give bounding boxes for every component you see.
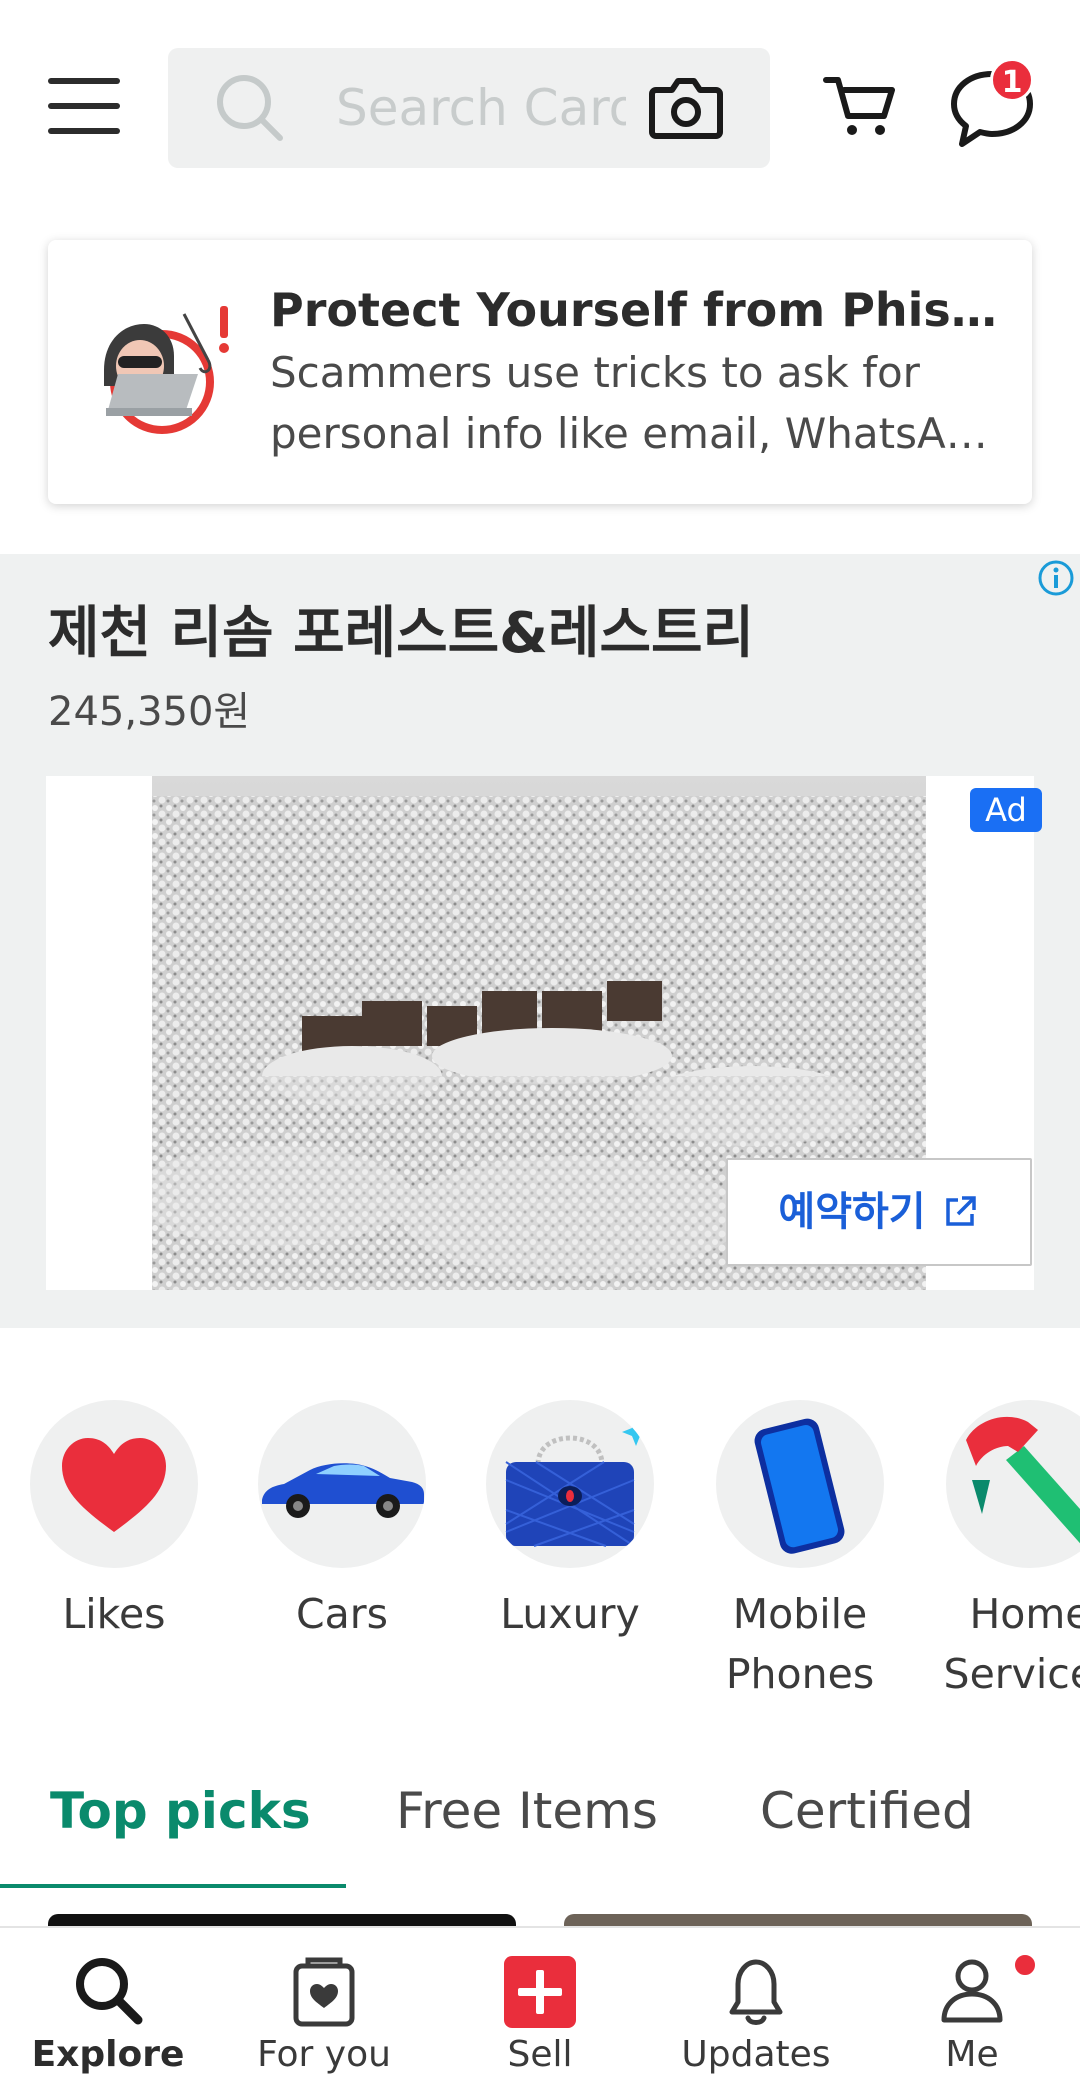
- category-home-services[interactable]: Home Services: [930, 1400, 1080, 1700]
- category-label: Mobile Phones ...: [725, 1590, 875, 1698]
- nav-label: Sell: [507, 2034, 573, 2075]
- category-circle: [486, 1400, 654, 1568]
- category-cars[interactable]: Cars: [242, 1400, 442, 1700]
- nav-label: Updates: [681, 2034, 831, 2075]
- nav-explore[interactable]: Explore: [0, 1928, 216, 2097]
- search-icon: [76, 1958, 143, 2025]
- profile-icon: [941, 1959, 1003, 2023]
- chat-button[interactable]: 1: [948, 58, 1038, 150]
- cart-icon[interactable]: [820, 66, 900, 146]
- nav-for-you[interactable]: For you: [216, 1928, 432, 2097]
- camera-icon[interactable]: [646, 68, 726, 148]
- category-circle: [716, 1400, 884, 1568]
- active-tab-indicator: [0, 1884, 346, 1888]
- tab-certified[interactable]: Certified: [760, 1776, 974, 1846]
- nav-label: For you: [257, 2034, 391, 2075]
- external-link-icon: [945, 1196, 976, 1226]
- hammer-icon: [966, 1416, 1080, 1544]
- scammer-illustration-icon: [104, 306, 229, 434]
- category-luxury[interactable]: Luxury: [470, 1400, 670, 1700]
- car-icon: [262, 1463, 424, 1518]
- category-label: Home Services: [943, 1590, 1080, 1698]
- category-circle: [258, 1400, 426, 1568]
- nav-me[interactable]: Me: [864, 1928, 1080, 2097]
- ad-media[interactable]: Ad 예약하기: [46, 776, 1042, 1290]
- nav-label: Explore: [31, 2034, 185, 2075]
- phishing-card-title: Protect Yourself from Phishing: [270, 283, 1010, 337]
- chat-badge: 1: [990, 58, 1034, 102]
- search-bar[interactable]: Search Carousell: [168, 48, 770, 168]
- tab-top-picks[interactable]: Top picks: [50, 1776, 311, 1846]
- mobile-phone-icon: [754, 1418, 845, 1554]
- ad-title: 제천 리솜 포레스트&레스트리: [48, 601, 755, 666]
- plus-square-icon: [504, 1956, 576, 2028]
- category-circle: [30, 1400, 198, 1568]
- book-now-button[interactable]: 예약하기: [726, 1158, 1032, 1266]
- phishing-card-body: Scammers use tricks to ask for personal …: [270, 348, 1000, 472]
- bottom-navigation: Explore For you Sell Updates Me: [0, 1926, 1080, 2097]
- notification-dot: [1012, 1952, 1038, 1978]
- search-input[interactable]: Search Carousell: [336, 78, 626, 138]
- category-label: Likes: [62, 1590, 166, 1638]
- heart-bag-icon: [293, 1957, 355, 2027]
- nav-updates[interactable]: Updates: [648, 1928, 864, 2097]
- feed-tabs: Top picks Free Items Certified: [0, 1736, 1080, 1890]
- heart-icon: [62, 1438, 166, 1532]
- phishing-warning-card[interactable]: Protect Yourself from Phishing Scammers …: [48, 240, 1032, 504]
- handbag-icon: [505, 1418, 650, 1547]
- nav-label: Me: [945, 2034, 999, 2075]
- info-icon[interactable]: [1036, 558, 1076, 598]
- search-icon: [217, 75, 283, 141]
- bell-icon: [729, 1959, 783, 2025]
- category-carousel[interactable]: Likes Cars Luxury Mobile Phones Home Ser…: [0, 1380, 1080, 1700]
- category-circle: [946, 1400, 1080, 1568]
- category-mobile-phones[interactable]: Mobile Phones ...: [700, 1400, 900, 1700]
- nav-sell[interactable]: Sell: [432, 1928, 648, 2097]
- tab-free-items[interactable]: Free Items: [396, 1776, 658, 1846]
- sponsored-ad[interactable]: 제천 리솜 포레스트&레스트리 245,350원 Ad 예약하기: [0, 554, 1080, 1328]
- menu-line: [48, 128, 120, 134]
- menu-line: [48, 78, 120, 84]
- ad-price: 245,350원: [48, 689, 251, 735]
- top-bar: Search Carousell 1: [0, 0, 1080, 200]
- category-label: Cars: [296, 1590, 388, 1638]
- hamburger-menu-button[interactable]: [44, 70, 124, 142]
- book-now-label: 예약하기: [778, 1189, 926, 1235]
- menu-line: [48, 103, 120, 109]
- ad-badge: Ad: [970, 788, 1042, 832]
- category-likes[interactable]: Likes: [14, 1400, 214, 1700]
- category-label: Luxury: [500, 1590, 640, 1638]
